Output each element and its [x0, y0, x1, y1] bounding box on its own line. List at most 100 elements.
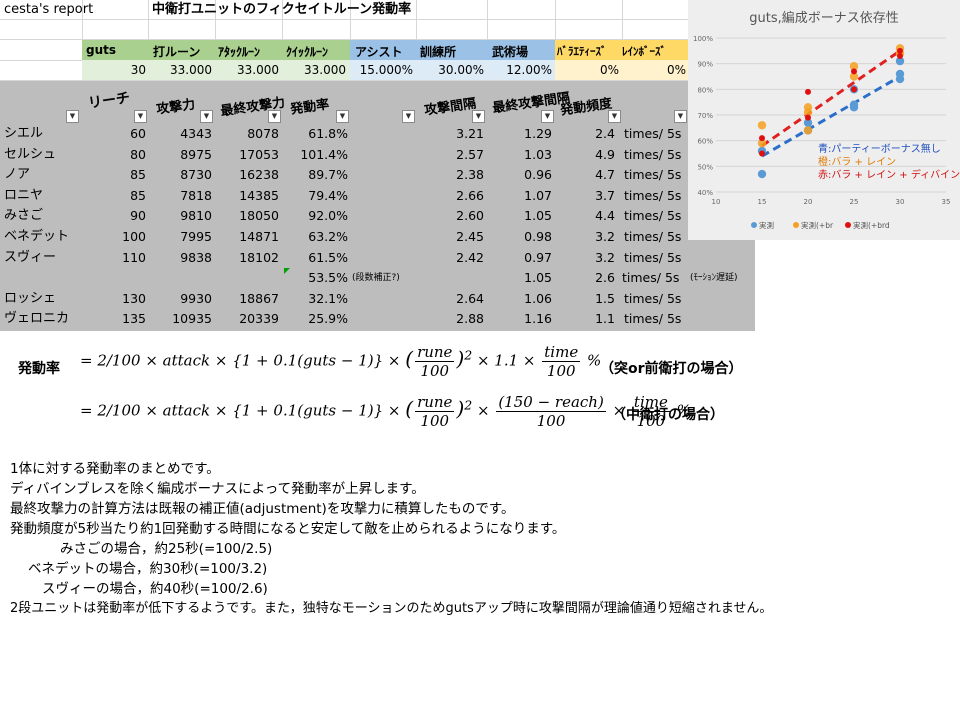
- row-unit: times/ 5s: [624, 146, 682, 162]
- row-name: ノア: [4, 167, 31, 183]
- row-final-attack: 18867: [239, 290, 279, 306]
- filter-dropdown-icon[interactable]: ▼: [674, 110, 687, 123]
- table-row: みさご 90 9810 18050 92.0% 2.60 1.05 4.4 times/ 5s: [0, 206, 755, 226]
- row-attack: 8975: [180, 146, 212, 162]
- formula-1-rune-fraction: rune 100: [415, 343, 455, 380]
- row-frequency: 1.1: [595, 311, 615, 327]
- filter-dropdown-icon[interactable]: ▼: [336, 110, 349, 123]
- row-rate: 53.5%: [308, 270, 348, 286]
- row-rate: 25.9%: [308, 311, 348, 327]
- table-row: セルシュ 80 8975 17053 101.4% 2.57 1.03 4.9 times/ 5…: [0, 145, 755, 165]
- filter-dropdown-icon[interactable]: ▼: [200, 110, 213, 123]
- note-line: 2段ユニットは発動率が低下するようです。また，独特なモーションのためgutsアッ…: [10, 601, 773, 616]
- note-line: みさごの場合，約25秒(=100/2.5): [60, 541, 273, 557]
- data-point: [803, 103, 813, 112]
- param-header: 訓練所: [420, 45, 457, 59]
- row-reach: 110: [122, 249, 146, 265]
- x-tick-label: 25: [850, 198, 859, 206]
- note-line: 1体に対する発動率のまとめです。: [10, 461, 220, 477]
- row-interval: 2.42: [456, 249, 484, 265]
- row-rate: 89.7%: [308, 167, 348, 183]
- data-point: [757, 169, 767, 179]
- y-tick-label: 40%: [697, 189, 713, 197]
- table-row: ノア 85 8730 16238 89.7% 2.38 0.96 4.7 times/ 5s: [0, 165, 755, 185]
- y-tick-label: 60%: [697, 138, 713, 146]
- filter-dropdown-icon[interactable]: ▼: [66, 110, 79, 123]
- param-value: 30.00%: [438, 63, 484, 77]
- formula-label: 発動率: [18, 361, 60, 377]
- row-interval: 2.38: [456, 167, 484, 183]
- legend-marker: [751, 222, 757, 228]
- y-tick-label: 50%: [697, 163, 713, 171]
- param-header: ｸｲｯｸﾙｰﾝ: [286, 45, 329, 59]
- row-final-interval: 1.07: [524, 187, 552, 203]
- row-final-attack: 18102: [239, 249, 279, 265]
- data-point: [759, 150, 765, 157]
- row-name: ロッシェ: [4, 290, 57, 306]
- formula-2: = 2/100 × attack × {1 + 0.1(guts − 1)} ×…: [80, 393, 691, 430]
- row-frequency: 4.9: [595, 146, 615, 162]
- formula-1-time-fraction: time 100: [542, 343, 581, 380]
- filter-dropdown-icon[interactable]: ▼: [472, 110, 485, 123]
- table-row: スヴィー 110 9838 18102 61.5% 2.42 0.97 3.2 times/ 5…: [0, 248, 755, 268]
- filter-dropdown-icon[interactable]: ▼: [134, 110, 147, 123]
- row-interval: 2.57: [456, 146, 484, 162]
- chart-panel: guts,編成ボーナス依存性 40% 50% 60% 70% 80% 90% 100% 10 15…: [688, 0, 960, 240]
- param-header: 打ルーン: [153, 45, 201, 59]
- row-final-interval: 1.03: [524, 146, 552, 162]
- param-value: 33.000: [170, 63, 212, 77]
- filter-dropdown-icon[interactable]: ▼: [608, 110, 621, 123]
- row-reach: 85: [130, 187, 146, 203]
- filter-dropdown-icon[interactable]: ▼: [402, 110, 415, 123]
- row-final-interval: 0.96: [524, 167, 552, 183]
- row-rate: 61.5%: [308, 249, 348, 265]
- table-row: ロニヤ 85 7818 14385 79.4% 2.66 1.07 3.7 times/ 5s: [0, 186, 755, 206]
- row-interval: 2.60: [456, 208, 484, 224]
- note-line: 発動頻度が5秒当たり約1回発動する時間になると安定して敵を止められるようになりま…: [10, 521, 566, 537]
- param-value: 0%: [599, 63, 619, 77]
- row-rate: 63.2%: [308, 229, 348, 244]
- formula-1: = 2/100 × attack × {1 + 0.1(guts − 1)} ×…: [80, 343, 602, 380]
- row-frequency: 1.5: [595, 290, 615, 306]
- param-value: 15.000%: [359, 63, 413, 77]
- row-unit: times/ 5s: [624, 290, 682, 306]
- param-value: 12.00%: [506, 63, 552, 77]
- row-final-attack: 14385: [239, 187, 279, 203]
- data-point: [805, 114, 811, 121]
- row-name: みさご: [4, 208, 44, 224]
- row-final-interval: 1.06: [524, 290, 552, 306]
- row-final-interval: 1.05: [524, 270, 552, 286]
- param-value: 33.000: [237, 63, 279, 77]
- data-point: [803, 126, 813, 135]
- row-name: ベネデット: [4, 229, 70, 244]
- y-tick-label: 80%: [697, 86, 713, 94]
- chart-annotation: 赤:バラ + レイン + ディバイン: [818, 168, 960, 181]
- data-point: [757, 121, 767, 130]
- row-rate: 92.0%: [308, 208, 348, 224]
- row-rate: 79.4%: [308, 187, 348, 203]
- row-attack: 8730: [180, 167, 212, 183]
- row-unit: times/ 5s: [624, 208, 682, 224]
- filter-dropdown-icon[interactable]: ▼: [541, 110, 554, 123]
- row-name: セルシュ: [4, 146, 57, 162]
- trendline: [761, 49, 901, 148]
- row-attack: 9810: [180, 208, 212, 224]
- row-attack: 10935: [172, 311, 212, 327]
- row-attack: 9838: [180, 249, 212, 265]
- filter-dropdown-icon[interactable]: ▼: [268, 110, 281, 123]
- row-frequency: 3.2: [595, 249, 615, 265]
- param-header: ｱﾀｯｸﾙｰﾝ: [218, 45, 261, 59]
- sheet-subtitle: 中衛打ユニットのフィクセイトルーン発動率: [152, 2, 412, 17]
- row-frequency: 3.2: [595, 229, 615, 244]
- param-header: ﾚｲﾝﾎﾞｰｽﾞ: [622, 45, 666, 58]
- formula-1-lhs: = 2/100 × attack × {1 + 0.1(guts − 1)} ×: [80, 351, 406, 370]
- row-final-interval: 1.29: [524, 126, 552, 141]
- row-attack: 4343: [180, 126, 212, 141]
- data-point: [849, 100, 859, 109]
- table-row: ロッシェ 130 9930 18867 32.1% 2.64 1.06 1.5 times/ 5…: [0, 289, 755, 309]
- table-row: シエル 60 4343 8078 61.8% 3.21 1.29 2.4 times/ 5s: [0, 124, 755, 144]
- row-reach: 135: [122, 311, 146, 327]
- row-unit: times/ 5s: [624, 229, 682, 244]
- row-frequency: 2.4: [595, 126, 615, 141]
- chart-svg: guts,編成ボーナス依存性 40% 50% 60% 70% 80% 90% 100% 10 15…: [693, 10, 960, 230]
